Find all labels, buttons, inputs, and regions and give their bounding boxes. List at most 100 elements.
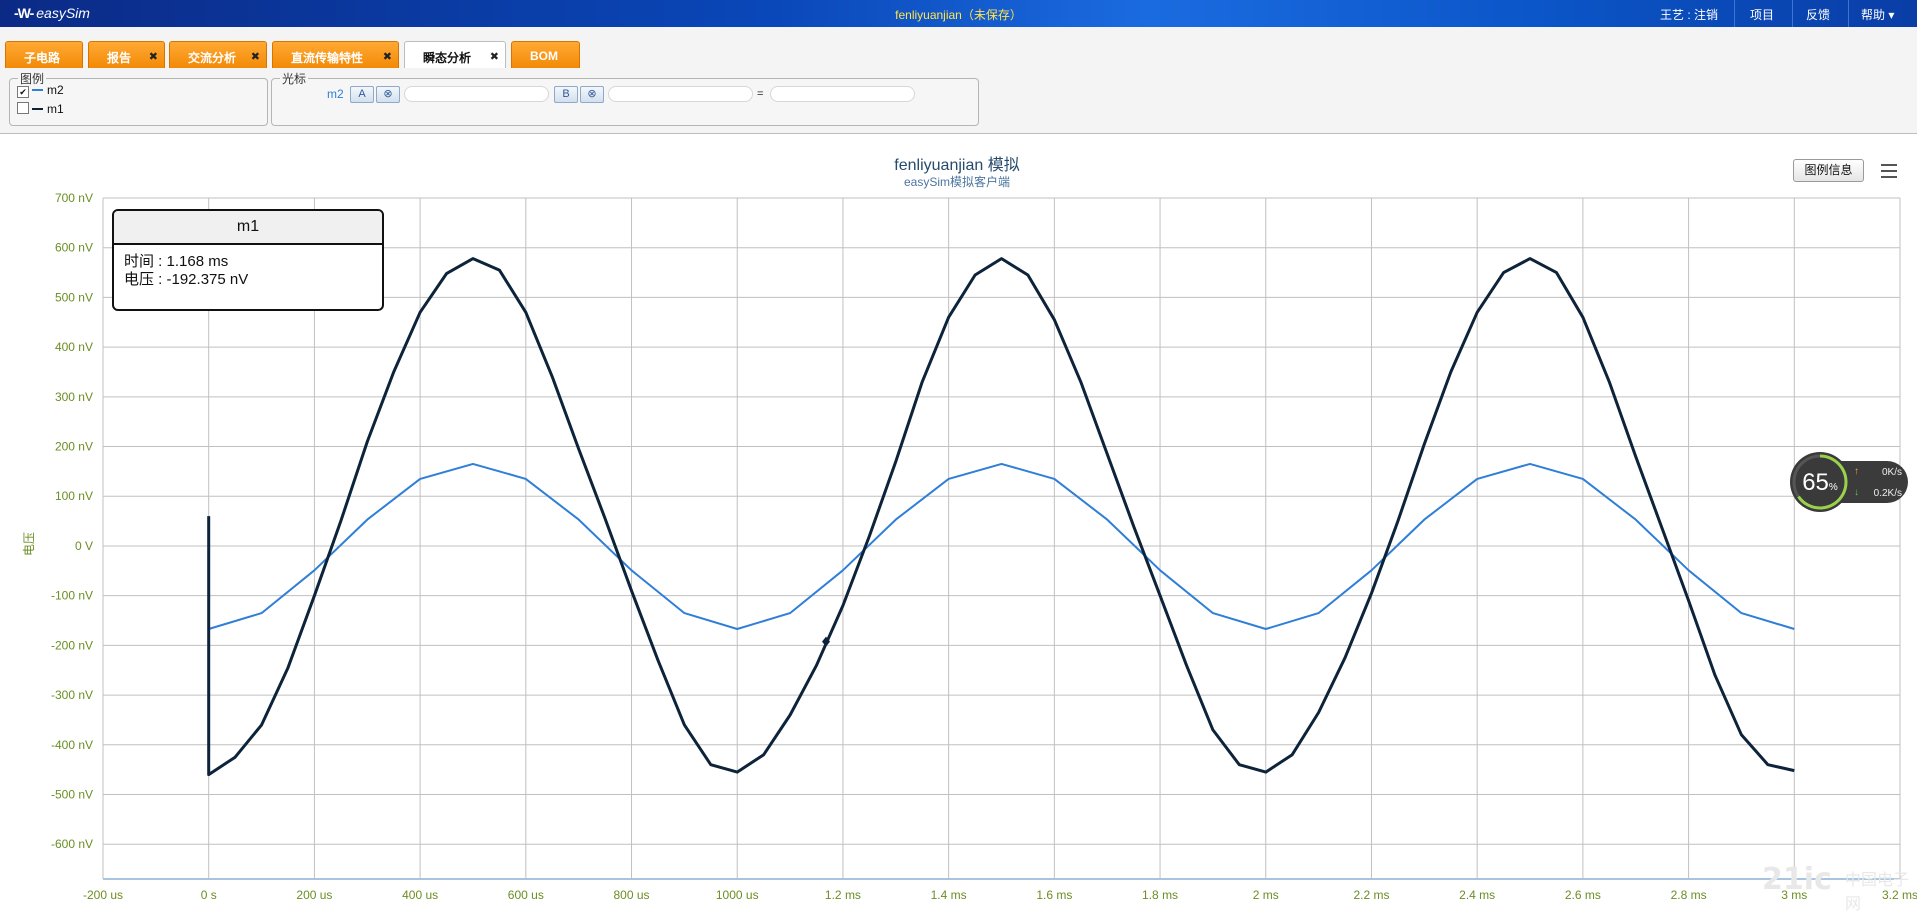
- tab-bom[interactable]: BOM: [511, 41, 580, 68]
- usage-percent-unit: %: [1828, 482, 1838, 493]
- tab-dc-transfer[interactable]: 直流传输特性 ✖: [272, 41, 399, 68]
- x-tick-label: 200 us: [296, 888, 332, 902]
- legend-item-m2[interactable]: ✔ m2: [17, 83, 64, 98]
- document-title: fenliyuanjian（未保存）: [895, 8, 1022, 22]
- y-tick-label: -300 nV: [51, 688, 93, 702]
- y-tick-label: 200 nV: [55, 440, 93, 454]
- y-tick-label: -500 nV: [51, 787, 93, 801]
- x-tick-label: 400 us: [402, 888, 438, 902]
- project-menu-link[interactable]: 项目: [1750, 6, 1774, 23]
- close-icon[interactable]: ✖: [383, 50, 392, 63]
- x-tick-label: 2 ms: [1253, 888, 1279, 902]
- cursor-a-button[interactable]: A: [350, 86, 374, 103]
- legend-item-m1[interactable]: m1: [17, 102, 64, 116]
- tooltip-voltage: 电压 : -192.375 nV: [124, 271, 249, 288]
- close-icon[interactable]: ✖: [490, 50, 499, 63]
- y-tick-label: 400 nV: [55, 340, 93, 354]
- x-tick-label: -200 us: [83, 888, 123, 902]
- cursor-a-value-input[interactable]: [404, 86, 549, 102]
- x-tick-label: 1000 us: [716, 888, 759, 902]
- tab-label: 直流传输特性: [291, 51, 364, 65]
- x-tick-label: 0 s: [201, 888, 217, 902]
- tab-label: BOM: [530, 49, 558, 63]
- chart-series: [207, 257, 1795, 777]
- tab-report[interactable]: 报告 ✖: [88, 41, 165, 68]
- cursor-panel-title: 光标: [282, 72, 307, 86]
- x-axis-ticks: -200 us 0 s 200 us 400 us 600 us 800 us 1000 u…: [83, 888, 1917, 902]
- legend-panel: 图例: [9, 70, 268, 126]
- x-tick-label: 1.8 ms: [1142, 888, 1178, 902]
- tooltip-header: m1: [114, 211, 382, 245]
- y-tick-label: -400 nV: [51, 738, 93, 752]
- upload-speed: 0K/s: [1881, 467, 1902, 478]
- x-tick-label: 2.4 ms: [1459, 888, 1495, 902]
- tooltip-time: 时间 : 1.168 ms: [124, 253, 229, 270]
- y-axis-ticks: 700 nV 600 nV 500 nV 400 nV 300 nV 200 nV 100 …: [51, 191, 93, 851]
- x-tick-label: 600 us: [508, 888, 544, 902]
- logo-wave-icon: -W-: [14, 5, 34, 21]
- close-icon[interactable]: ✖: [251, 50, 260, 63]
- tab-bar: 子电路 报告 ✖ 交流分析 ✖ 直流传输特性 ✖ 瞬态分析 ✖ BOM: [0, 27, 1917, 69]
- cursor-diff-value-input[interactable]: [770, 86, 915, 102]
- watermark-text: 21ic: [1762, 862, 1832, 897]
- checkbox[interactable]: [17, 102, 29, 114]
- tab-label: 报告: [107, 51, 132, 65]
- tab-label: 交流分析: [188, 51, 237, 65]
- tab-subcircuit[interactable]: 子电路: [5, 41, 83, 68]
- y-tick-label: 700 nV: [55, 191, 93, 205]
- x-tick-label: 1.6 ms: [1036, 888, 1072, 902]
- chart-subtitle: easySim模拟客户端: [904, 174, 1010, 189]
- legend-item-label: m1: [47, 102, 64, 116]
- clear-cursor-b-icon[interactable]: ⊗: [580, 86, 604, 103]
- cursor-series-label: m2: [327, 87, 344, 101]
- chart-menu-icon[interactable]: [1878, 160, 1900, 180]
- x-tick-label: 2.6 ms: [1565, 888, 1601, 902]
- download-arrow-icon: ↓: [1854, 487, 1859, 498]
- analysis-toolbar: 图例 ✔ m2 m1 光标 m2 A ⊗ B ⊗ =: [0, 68, 1917, 134]
- y-tick-label: 100 nV: [55, 489, 93, 503]
- divider: [1734, 0, 1735, 27]
- usage-percent: 65%: [1798, 469, 1842, 497]
- x-tick-label: 800 us: [614, 888, 650, 902]
- app-logo[interactable]: -W-easySim: [14, 5, 90, 21]
- y-tick-label: 500 nV: [55, 290, 93, 304]
- user-logout-link[interactable]: 王艺 : 注销: [1660, 6, 1718, 23]
- x-tick-label: 2.2 ms: [1353, 888, 1389, 902]
- upload-arrow-icon: ↑: [1854, 466, 1859, 477]
- watermark-logo-cn: 中国电子网: [1845, 866, 1917, 914]
- tab-ac-analysis[interactable]: 交流分析 ✖: [169, 41, 267, 68]
- top-bar: -W-easySim fenliyuanjian（未保存） 王艺 : 注销 项目…: [0, 0, 1917, 27]
- x-tick-label: 2.8 ms: [1671, 888, 1707, 902]
- divider: [1792, 0, 1793, 27]
- clear-cursor-a-icon[interactable]: ⊗: [376, 86, 400, 103]
- legend-info-button[interactable]: 图例信息: [1793, 159, 1864, 182]
- watermark-logo: 21ic: [1762, 862, 1832, 897]
- network-speed-widget[interactable]: 65% ↑ 0K/s ↓ 0.2K/s: [1790, 452, 1908, 512]
- x-tick-label: 1.4 ms: [931, 888, 967, 902]
- feedback-link[interactable]: 反馈: [1806, 6, 1830, 23]
- divider: [1848, 0, 1849, 27]
- x-tick-label: 1.2 ms: [825, 888, 861, 902]
- y-tick-label: 300 nV: [55, 390, 93, 404]
- y-tick-label: 600 nV: [55, 241, 93, 255]
- close-icon[interactable]: ✖: [149, 50, 158, 63]
- tab-label: 子电路: [24, 51, 61, 65]
- help-menu[interactable]: 帮助 ▾: [1861, 6, 1894, 23]
- series-swatch: [32, 89, 43, 91]
- checkbox-checked[interactable]: ✔: [17, 86, 29, 98]
- y-tick-label: -100 nV: [51, 589, 93, 603]
- y-tick-label: -600 nV: [51, 837, 93, 851]
- legend-item-label: m2: [47, 83, 64, 97]
- tab-label: 瞬态分析: [423, 51, 472, 65]
- cursor-b-value-input[interactable]: [608, 86, 753, 102]
- usage-percent-value: 65: [1802, 469, 1829, 496]
- tab-transient-analysis[interactable]: 瞬态分析 ✖: [404, 41, 506, 69]
- help-label: 帮助: [1861, 8, 1886, 22]
- download-speed: 0.2K/s: [1873, 488, 1902, 499]
- cursor-b-button[interactable]: B: [554, 86, 578, 103]
- watermark-text-cn: 中国电子网: [1845, 872, 1910, 913]
- chart-title: fenliyuanjian 模拟: [894, 156, 1019, 174]
- y-axis-label: 电压: [22, 532, 36, 556]
- y-tick-label: 0 V: [75, 539, 93, 553]
- series-swatch: [32, 108, 43, 110]
